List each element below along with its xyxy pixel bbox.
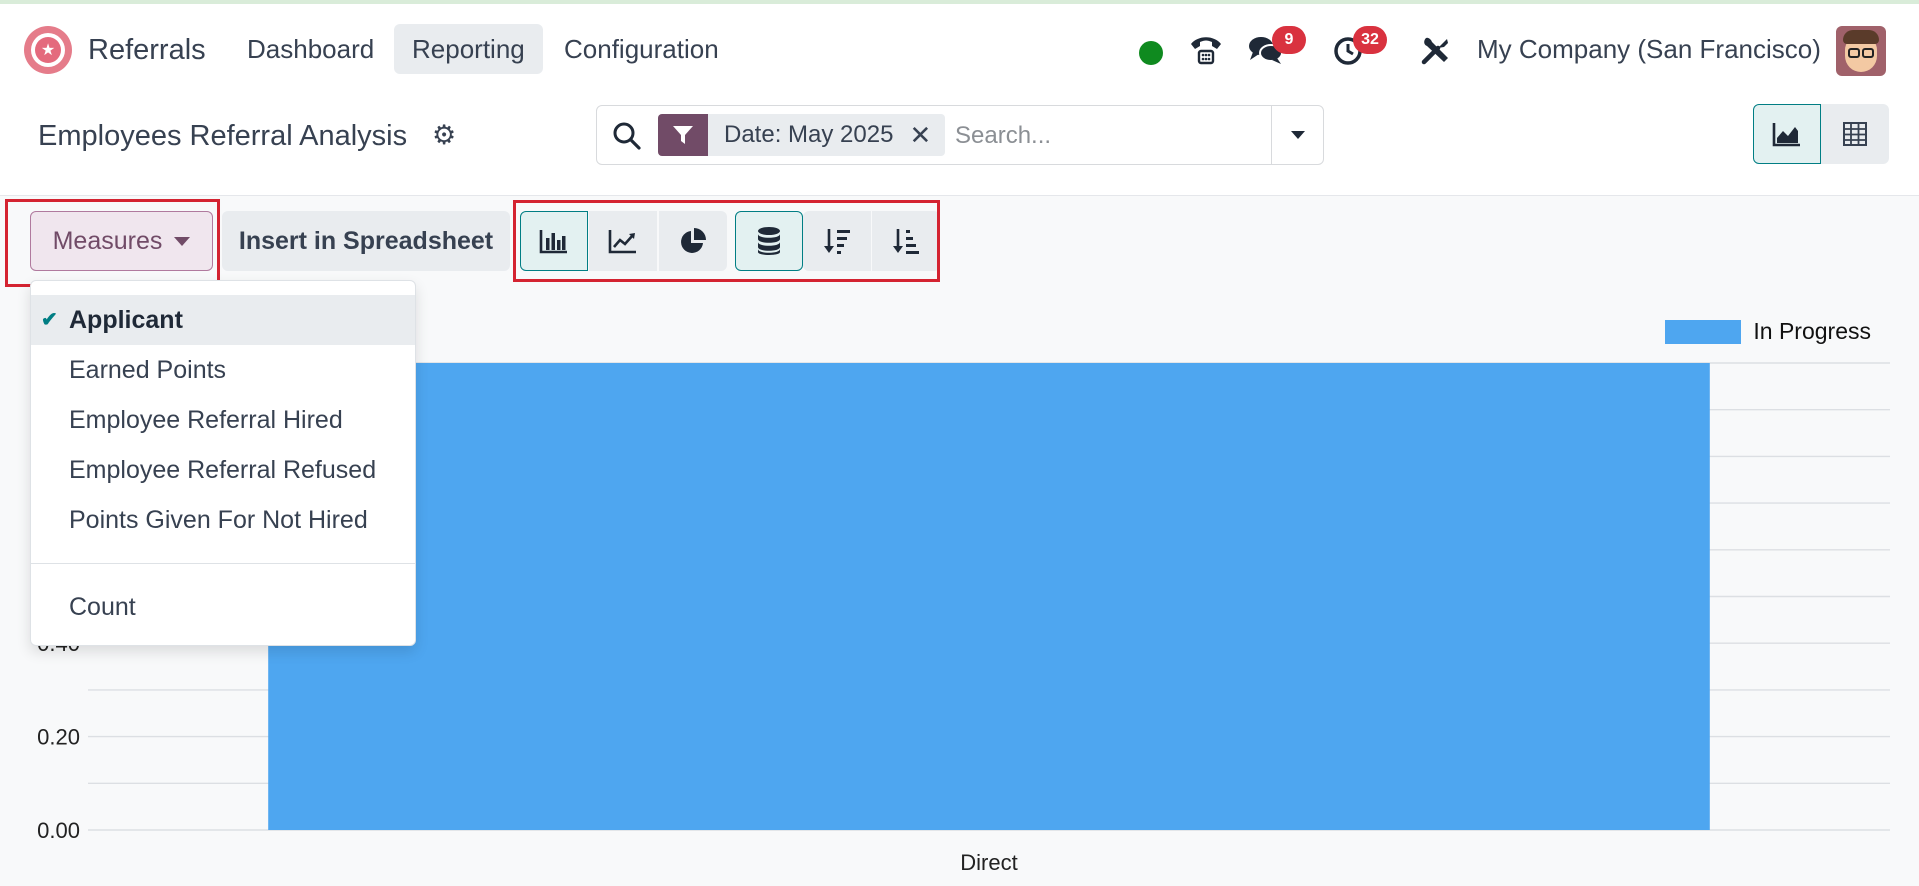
activities-count-badge: 32 <box>1353 26 1387 54</box>
highlight-box-measures <box>5 199 220 287</box>
app-name[interactable]: Referrals <box>88 34 206 67</box>
measures-dropdown: ✔ Applicant Earned Points Employee Refer… <box>30 280 416 646</box>
main-navbar: ★ Referrals Dashboard Reporting Configur… <box>0 4 1919 92</box>
measure-points-given-for-not-hired[interactable]: Points Given For Not Hired <box>31 495 415 545</box>
search-icon[interactable] <box>611 120 643 152</box>
user-avatar[interactable] <box>1836 26 1886 76</box>
measure-applicant[interactable]: ✔ Applicant <box>31 295 415 345</box>
measure-label: Employee Referral Hired <box>69 405 343 434</box>
y-tick-label: 0.00 <box>37 818 80 843</box>
menu-configuration[interactable]: Configuration <box>546 24 737 74</box>
dropdown-divider <box>31 563 415 564</box>
measure-earned-points[interactable]: Earned Points <box>31 345 415 395</box>
x-tick-label: Direct <box>960 850 1017 875</box>
measure-label: Count <box>69 592 136 621</box>
filter-icon <box>658 114 708 156</box>
measure-label: Earned Points <box>69 355 227 384</box>
measure-label: Applicant <box>69 305 183 334</box>
area-chart-icon <box>1772 123 1800 147</box>
search-input[interactable] <box>955 116 1255 156</box>
referrals-logo-icon[interactable]: ★ <box>24 26 72 74</box>
tools-icon[interactable] <box>1416 30 1456 70</box>
gear-icon[interactable]: ⚙ <box>432 120 456 151</box>
menu-dashboard[interactable]: Dashboard <box>229 24 392 74</box>
insert-in-spreadsheet-button[interactable]: Insert in Spreadsheet <box>222 211 510 271</box>
measure-employee-referral-hired[interactable]: Employee Referral Hired <box>31 395 415 445</box>
pivot-view-button[interactable] <box>1821 104 1889 164</box>
highlight-box-chart-tools <box>513 200 940 282</box>
company-switcher[interactable]: My Company (San Francisco) <box>1477 34 1821 65</box>
control-panel: Employees Referral Analysis ⚙ Date: May … <box>0 92 1919 196</box>
measure-count[interactable]: Count <box>31 582 415 632</box>
chevron-down-icon <box>1290 131 1305 139</box>
messages-count-badge: 9 <box>1272 26 1306 54</box>
legend-label: In Progress <box>1753 318 1871 344</box>
facet-value: Date: May 2025 <box>724 121 894 148</box>
y-tick-label: 0.20 <box>37 725 80 750</box>
presence-status-icon[interactable] <box>1139 41 1163 65</box>
measure-label: Points Given For Not Hired <box>69 505 368 534</box>
search-bar[interactable]: Date: May 2025 ✕ <box>596 105 1324 165</box>
page-title[interactable]: Employees Referral Analysis <box>38 120 407 153</box>
measure-label: Employee Referral Refused <box>69 455 377 484</box>
table-icon <box>1843 122 1867 146</box>
menu-reporting[interactable]: Reporting <box>394 24 543 74</box>
measure-employee-referral-refused[interactable]: Employee Referral Refused <box>31 445 415 495</box>
graph-view-button[interactable] <box>1753 104 1821 164</box>
bar-direct[interactable] <box>268 363 1710 830</box>
phone-icon[interactable] <box>1186 30 1226 70</box>
check-icon: ✔ <box>41 309 58 331</box>
remove-facet-icon[interactable]: ✕ <box>909 120 931 151</box>
legend-swatch <box>1665 319 1742 344</box>
toggle-search-panel-button[interactable] <box>1271 106 1323 164</box>
chart-legend[interactable]: In Progress <box>1665 318 1871 345</box>
search-facet[interactable]: Date: May 2025 ✕ <box>658 114 946 156</box>
